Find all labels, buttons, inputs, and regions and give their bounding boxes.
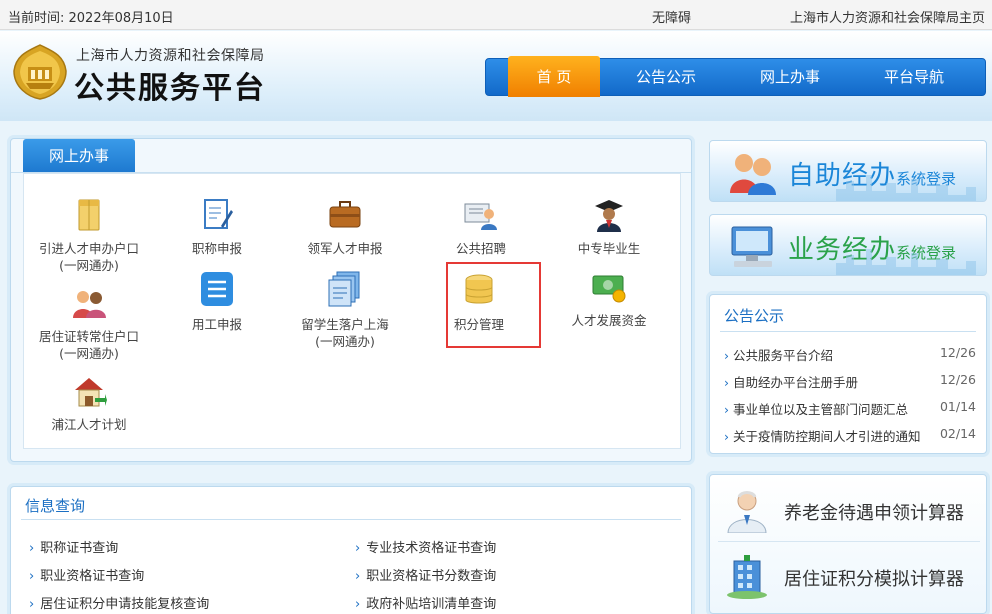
notice-item[interactable]: › 事业单位以及主管部门问题汇总 01/14: [724, 399, 976, 418]
current-date: 当前时间: 2022年08月10日: [8, 11, 174, 26]
nav-platform-guide[interactable]: 平台导航: [864, 59, 964, 97]
briefcase-icon: [329, 201, 361, 228]
notice-panel: 公告公示 › 公共服务平台介绍 12/26 › 自助经办平台注册手册 12/26 › 事业…: [709, 294, 987, 454]
service-public-recruitment[interactable]: 公共招聘: [416, 198, 546, 257]
chevron-right-icon: ›: [724, 348, 729, 363]
nav-home[interactable]: 首 页: [508, 56, 600, 97]
chevron-right-icon: ›: [724, 402, 729, 417]
chevron-right-icon: ›: [355, 597, 361, 612]
list-icon: [201, 272, 233, 306]
service-title-declaration[interactable]: 职称申报: [152, 198, 282, 257]
emblem-logo-icon: [13, 44, 67, 100]
bureau-home-link[interactable]: 上海市人力资源和社会保障局主页: [790, 7, 985, 26]
query-link[interactable]: › 政府补贴培训清单查询: [355, 593, 496, 612]
chevron-right-icon: ›: [355, 569, 361, 584]
house-icon: [75, 378, 107, 407]
query-link[interactable]: › 居住证积分申请技能复核查询: [29, 593, 209, 612]
calculator-panel: 养老金待遇申领计算器 居住证积分模拟计算器: [709, 474, 987, 614]
recruit-icon: [464, 203, 497, 230]
self-service-login-button[interactable]: 自助经办系统登录: [709, 140, 987, 202]
notice-item[interactable]: › 关于疫情防控期间人才引进的通知 02/14: [724, 426, 976, 445]
top-bar: 当前时间: 2022年08月10日 无障碍 上海市人力资源和社会保障局主页: [0, 0, 992, 30]
notice-item[interactable]: › 自助经办平台注册手册 12/26: [724, 372, 976, 391]
documents-icon: [328, 271, 360, 307]
users-icon: [730, 154, 776, 195]
notice-title[interactable]: 公告公示: [724, 305, 784, 326]
computer-icon: [731, 226, 773, 267]
chevron-right-icon: ›: [29, 597, 35, 612]
query-link[interactable]: › 职业资格证书分数查询: [355, 565, 496, 584]
header: 上海市人力资源和社会保障局 公共服务平台 首 页 公告公示 网上办事 平台导航: [0, 31, 992, 121]
service-leading-talent[interactable]: 领军人才申报: [280, 198, 410, 257]
elder-person-icon: [727, 491, 767, 533]
service-pujiang-talent[interactable]: 浦江人才计划: [24, 374, 154, 433]
points-management-highlight: [446, 262, 541, 348]
document-pen-icon: [204, 199, 233, 229]
service-employment-declaration[interactable]: 用工申报: [152, 270, 282, 333]
query-link[interactable]: › 职称证书查询: [29, 537, 118, 556]
residence-points-calculator-link[interactable]: 居住证积分模拟计算器: [718, 547, 980, 605]
building-icon: [727, 555, 767, 599]
platform-title: 公共服务平台: [74, 71, 266, 106]
skyline-decor-icon: [836, 175, 976, 201]
skyline-decor-icon: [836, 249, 976, 275]
org-name: 上海市人力资源和社会保障局: [76, 48, 265, 64]
folder-icon: [78, 199, 100, 231]
query-link[interactable]: › 专业技术资格证书查询: [355, 537, 496, 556]
service-residence-hukou[interactable]: 居住证转常住户口 (一网通办): [24, 286, 154, 362]
service-talent-hukou[interactable]: 引进人才申办户口 (一网通办): [24, 198, 154, 274]
money-icon: [592, 275, 626, 303]
chevron-right-icon: ›: [29, 541, 35, 556]
business-login-button[interactable]: 业务经办系统登录: [709, 214, 987, 276]
pension-calculator-link[interactable]: 养老金待遇申领计算器: [718, 481, 980, 539]
accessibility-link[interactable]: 无障碍: [652, 7, 691, 26]
service-vocational-graduate[interactable]: 中专毕业生: [544, 198, 674, 257]
info-query-title[interactable]: 信息查询: [25, 495, 85, 516]
chevron-right-icon: ›: [355, 541, 361, 556]
info-query-panel: 信息查询 › 职称证书查询 › 专业技术资格证书查询 › 职业资格证书查询 › 职业资格…: [10, 486, 692, 614]
chevron-right-icon: ›: [724, 429, 729, 444]
notice-item[interactable]: › 公共服务平台介绍 12/26: [724, 345, 976, 364]
graduate-icon: [595, 200, 623, 232]
main-nav: 首 页 公告公示 网上办事 平台导航: [485, 56, 986, 97]
nav-online-services[interactable]: 网上办事: [740, 59, 840, 97]
service-overseas-student-hukou[interactable]: 留学生落户上海 (一网通办): [280, 270, 410, 350]
online-services-panel: 网上办事 引进人才申办户口 (一网通办) 职称申报 领军人才申报 公共招聘 中专…: [10, 138, 692, 462]
chevron-right-icon: ›: [724, 375, 729, 390]
nav-announcements[interactable]: 公告公示: [616, 59, 716, 97]
service-talent-fund[interactable]: 人才发展资金: [544, 270, 674, 329]
tab-online-services[interactable]: 网上办事: [23, 139, 135, 173]
service-grid: 引进人才申办户口 (一网通办) 职称申报 领军人才申报 公共招聘 中专毕业生 居…: [23, 173, 681, 449]
query-link[interactable]: › 职业资格证书查询: [29, 565, 144, 584]
chevron-right-icon: ›: [29, 569, 35, 584]
people-icon: [73, 291, 106, 318]
